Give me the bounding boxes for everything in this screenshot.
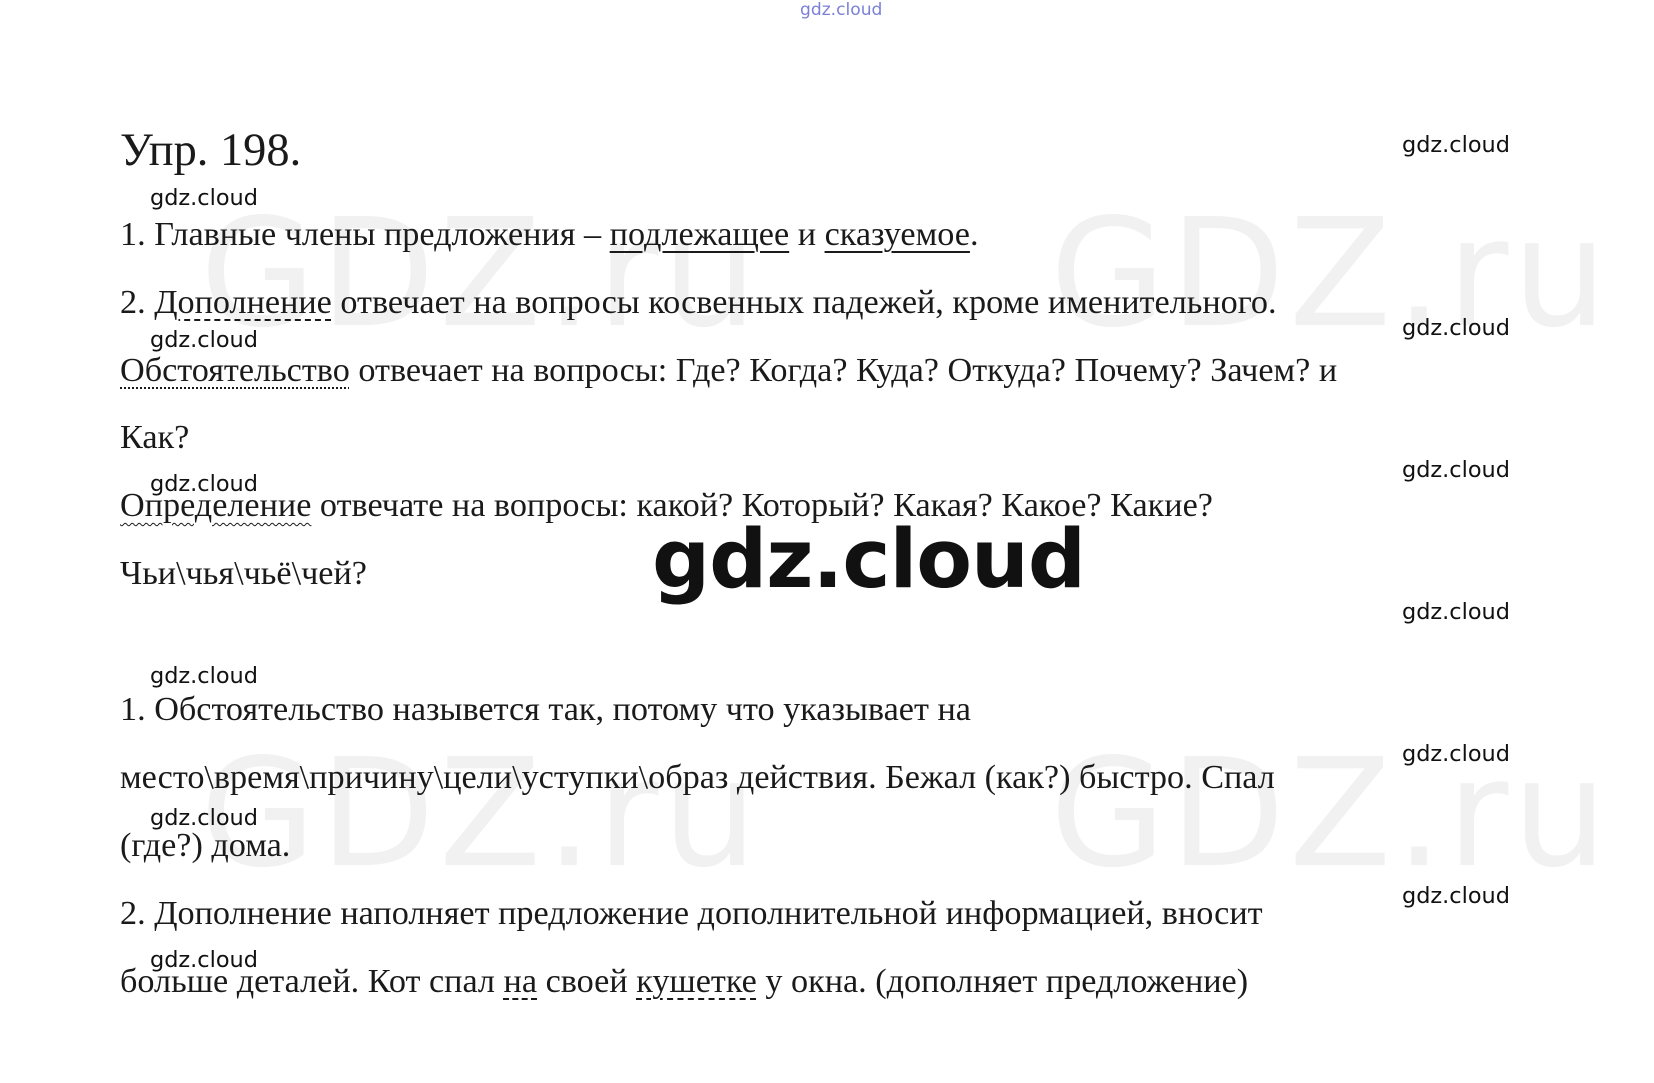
watermark-right-4: gdz.cloud <box>1402 599 1510 625</box>
answer-line-3: Обстоятельство отвечает на вопросы: Где?… <box>120 352 1338 389</box>
watermark-right-1: gdz.cloud <box>1402 132 1510 158</box>
top-watermark: gdz.cloud <box>800 0 883 20</box>
watermark-right-6: gdz.cloud <box>1402 883 1510 909</box>
document-page: gdz.cloud Упр. 198. 1. Главные члены пре… <box>0 0 1654 1083</box>
answer-line-11: больше деталей. Кот спал на своей кушетк… <box>120 963 1249 1000</box>
answer-line-9: (где?) дома. <box>120 827 291 864</box>
adverbial-word: Обстоятельство <box>120 352 350 389</box>
object-example-word: кушетке <box>636 963 757 1000</box>
center-watermark: gdz.cloud <box>652 513 1086 607</box>
watermark-left-1: gdz.cloud <box>150 185 258 211</box>
object-word: Дополнение <box>154 284 332 321</box>
predicate-word: сказуемое <box>824 216 970 253</box>
watermark-right-2: gdz.cloud <box>1402 315 1510 341</box>
watermark-right-5: gdz.cloud <box>1402 741 1510 767</box>
watermark-left-4: gdz.cloud <box>150 663 258 689</box>
watermark-right-3: gdz.cloud <box>1402 457 1510 483</box>
answer-line-10: 2. Дополнение наполняет предложение допо… <box>120 895 1263 932</box>
watermark-left-2: gdz.cloud <box>150 327 258 353</box>
answer-line-6: Чьи\чья\чьё\чей? <box>120 555 367 592</box>
answer-line-8: место\время\причину\цели\уступки\образ д… <box>120 759 1275 796</box>
answer-line-1: 1. Главные члены предложения – подлежаще… <box>120 216 979 253</box>
watermark-left-3: gdz.cloud <box>150 471 258 497</box>
subject-word: подлежащее <box>609 216 790 253</box>
watermark-left-6: gdz.cloud <box>150 947 258 973</box>
watermark-left-5: gdz.cloud <box>150 805 258 831</box>
preposition-word: на <box>503 963 538 1000</box>
answer-line-7: 1. Обстоятельство назывется так, потому … <box>120 691 971 728</box>
answer-line-4: Как? <box>120 419 190 456</box>
answer-line-2: 2. Дополнение отвечает на вопросы косвен… <box>120 284 1277 321</box>
exercise-title: Упр. 198. <box>120 125 302 176</box>
